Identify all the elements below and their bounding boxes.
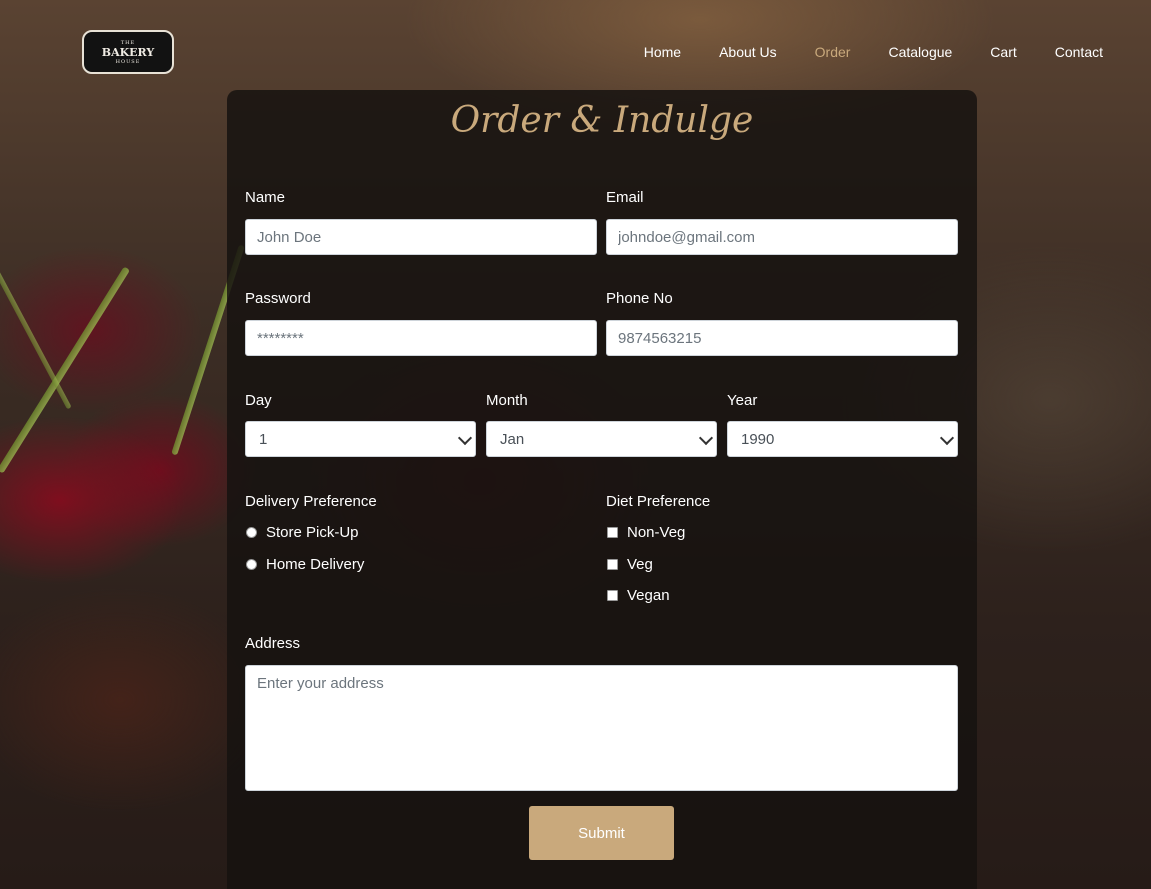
day-select[interactable]: 1	[245, 421, 476, 457]
checkbox-label: Veg	[627, 556, 653, 573]
phone-input[interactable]	[606, 320, 958, 356]
password-input[interactable]	[245, 320, 597, 356]
checkbox[interactable]	[607, 527, 618, 538]
year-select[interactable]: 1990	[727, 421, 958, 457]
password-label: Password	[245, 290, 311, 307]
checkbox-label: Vegan	[627, 587, 670, 604]
nav-catalogue[interactable]: Catalogue	[888, 44, 952, 60]
name-input[interactable]	[245, 219, 597, 255]
nav-cart[interactable]: Cart	[990, 44, 1016, 60]
radio-button[interactable]	[246, 559, 257, 570]
checkbox[interactable]	[607, 559, 618, 570]
year-label: Year	[727, 392, 758, 409]
main-nav: Home About Us Order Catalogue Cart Conta…	[644, 44, 1103, 60]
submit-button[interactable]: Submit	[529, 806, 674, 860]
address-textarea[interactable]	[245, 665, 958, 791]
day-label: Day	[245, 392, 272, 409]
background-cherry-stem	[0, 230, 72, 410]
diet-option-non-veg[interactable]: Non-Veg	[606, 524, 685, 541]
order-form-card: Order & Indulge Name Email Password Phon…	[227, 90, 977, 889]
delivery-option-home-delivery[interactable]: Home Delivery	[245, 556, 364, 573]
address-label: Address	[245, 635, 301, 652]
diet-option-vegan[interactable]: Vegan	[606, 587, 670, 604]
email-label: Email	[606, 189, 644, 206]
form-title: Order & Indulge	[450, 100, 754, 141]
month-select[interactable]: Jan	[486, 421, 717, 457]
radio-label: Store Pick-Up	[266, 524, 359, 541]
site-header: THE BAKERY HOUSE Home About Us Order Cat…	[0, 0, 1151, 90]
logo-bottom-text: HOUSE	[115, 58, 141, 65]
checkbox-label: Non-Veg	[627, 524, 686, 541]
background-cherry-stem	[0, 266, 131, 474]
nav-contact[interactable]: Contact	[1055, 44, 1103, 60]
email-input[interactable]	[606, 219, 958, 255]
diet-option-veg[interactable]: Veg	[606, 556, 653, 573]
diet-preference-label: Diet Preference	[606, 493, 711, 510]
bakery-logo[interactable]: THE BAKERY HOUSE	[82, 30, 174, 74]
phone-label: Phone No	[606, 290, 673, 307]
nav-home[interactable]: Home	[644, 44, 681, 60]
delivery-preference-label: Delivery Preference	[245, 493, 377, 510]
name-label: Name	[245, 189, 286, 206]
nav-about-us[interactable]: About Us	[719, 44, 777, 60]
checkbox[interactable]	[607, 590, 618, 601]
month-label: Month	[486, 392, 528, 409]
radio-label: Home Delivery	[266, 556, 365, 573]
radio-button[interactable]	[246, 527, 257, 538]
logo-main-text: BAKERY	[101, 45, 155, 59]
nav-order[interactable]: Order	[815, 44, 851, 60]
delivery-option-store-pickup[interactable]: Store Pick-Up	[245, 524, 359, 541]
